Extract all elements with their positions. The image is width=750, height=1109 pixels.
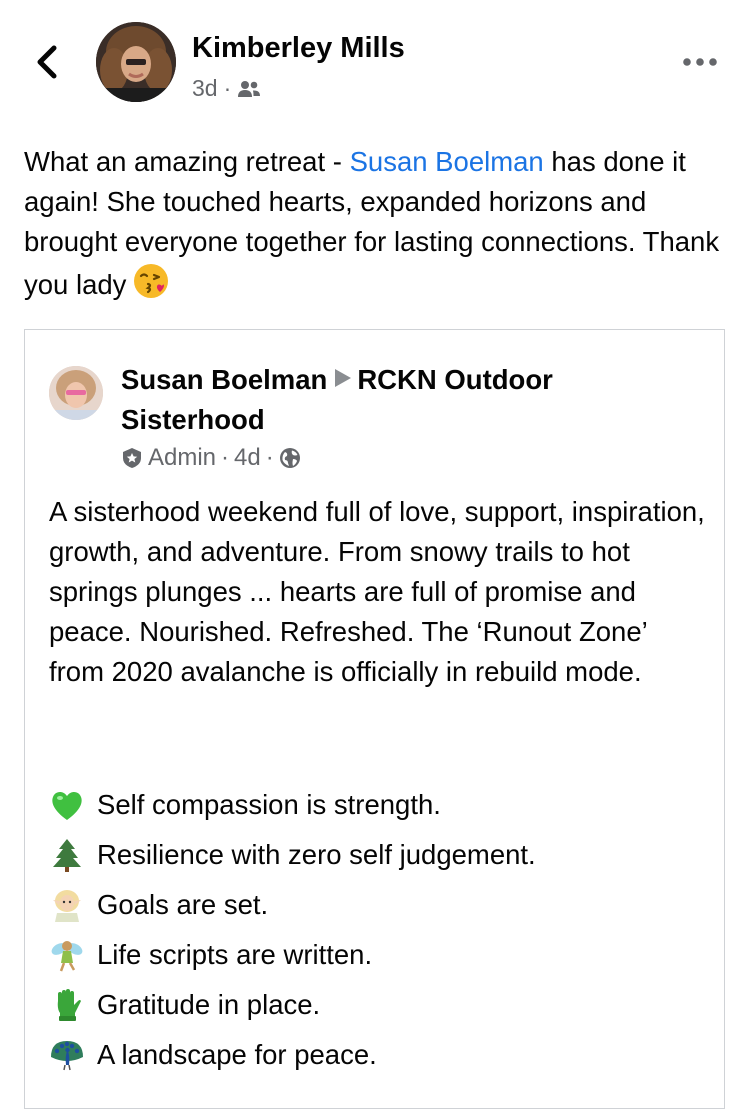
author-name[interactable]: Kimberley Mills: [192, 32, 405, 65]
elf-emoji: [53, 890, 81, 922]
fairy-emoji: [51, 941, 83, 972]
meta-separator: ·: [265, 444, 274, 471]
glove-emoji: [57, 989, 81, 1021]
list-item-text: Goals are set.: [97, 889, 269, 920]
list-item: Resilience with zero self judgement.: [49, 830, 709, 880]
mention-link[interactable]: Susan Boelman: [350, 146, 544, 177]
author-avatar[interactable]: [96, 22, 176, 102]
list-item: Life scripts are written.: [49, 930, 709, 980]
list-item-text: Self compassion is strength.: [97, 789, 441, 820]
globe-icon: [279, 448, 300, 468]
face-blowing-kiss-emoji: [132, 262, 170, 311]
triangle-right-icon: [335, 369, 352, 387]
post-text: What an amazing retreat - Susan Boelman …: [24, 142, 734, 311]
back-button[interactable]: [30, 42, 66, 82]
shared-post-body: A sisterhood weekend full of love, suppo…: [49, 496, 705, 687]
more-options-button[interactable]: [680, 50, 720, 74]
peacock-emoji: [51, 1041, 83, 1071]
green-heart-emoji: [52, 791, 82, 820]
post-time[interactable]: 3d: [192, 75, 218, 102]
shared-post-card[interactable]: Susan Boelman RCKN Outdoor Sisterhood Adm…: [24, 329, 725, 1109]
meta-separator: ·: [221, 444, 230, 471]
list-item-text: Life scripts are written.: [97, 939, 373, 970]
list-item-text: A landscape for peace.: [97, 1039, 377, 1070]
shared-post-header: Susan Boelman RCKN Outdoor Sisterhood: [121, 360, 681, 440]
shared-author-name[interactable]: Susan Boelman: [121, 364, 327, 395]
admin-badge-icon: [123, 448, 141, 468]
list-item: Gratitude in place.: [49, 980, 709, 1030]
more-horizontal-icon: [683, 58, 717, 66]
post-text-intro: What an amazing retreat -: [24, 146, 350, 177]
chevron-left-icon: [37, 45, 57, 79]
list-item-text: Resilience with zero self judgement.: [97, 839, 536, 870]
post-meta: 3d ·: [192, 75, 261, 102]
list-item: A landscape for peace.: [49, 1030, 709, 1080]
list-item-text: Gratitude in place.: [97, 989, 321, 1020]
list-item: Goals are set.: [49, 880, 709, 930]
list-item: Self compassion is strength.: [49, 780, 709, 830]
group-icon: [238, 80, 261, 97]
shared-post-meta: Admin · 4d ·: [121, 444, 301, 472]
meta-separator: ·: [223, 75, 232, 101]
evergreen-tree-emoji: [53, 839, 81, 872]
shared-post-list: Self compassion is strength. Resilience …: [49, 780, 709, 1080]
role-label: Admin: [148, 444, 217, 471]
shared-author-avatar[interactable]: [49, 366, 103, 420]
shared-post-time[interactable]: 4d: [234, 444, 261, 472]
